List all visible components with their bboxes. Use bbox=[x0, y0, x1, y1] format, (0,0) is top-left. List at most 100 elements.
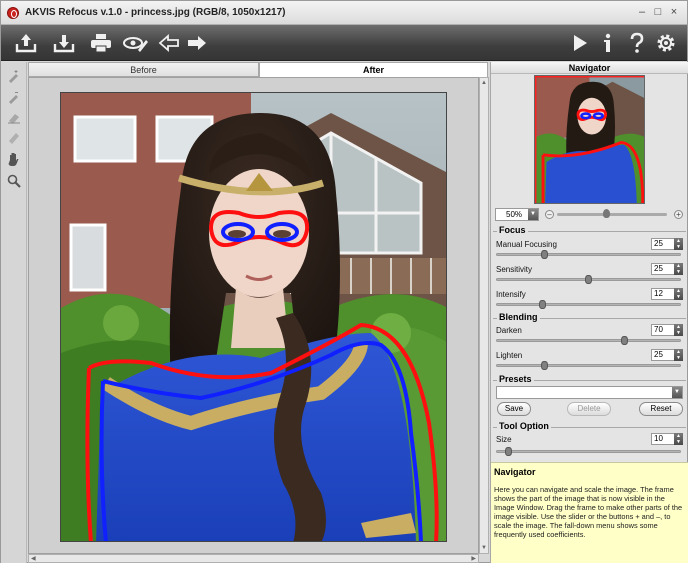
focus-title: Focus bbox=[497, 225, 528, 235]
settings-icon bbox=[657, 34, 675, 52]
darken-slider[interactable] bbox=[496, 339, 681, 342]
background-area-icon bbox=[9, 92, 18, 104]
size-stepper[interactable]: ▲ ▼ bbox=[674, 433, 683, 445]
navigator-thumbnail bbox=[535, 76, 644, 203]
darken-field[interactable]: 70 bbox=[651, 324, 675, 336]
vertical-scrollbar[interactable]: ▲ ▼ bbox=[479, 77, 489, 554]
run-button[interactable] bbox=[567, 30, 593, 56]
eraser-tool[interactable] bbox=[6, 109, 22, 125]
main-toolbar bbox=[1, 25, 687, 61]
print-icon bbox=[91, 34, 111, 53]
view-tabs: Before After bbox=[28, 62, 488, 77]
intensify-field[interactable]: 12 bbox=[651, 288, 675, 300]
manual-focusing-slider-thumb[interactable] bbox=[541, 250, 548, 259]
info-icon bbox=[604, 33, 611, 52]
lighten-slider-thumb[interactable] bbox=[541, 361, 548, 370]
scroll-right-icon[interactable]: ▶ bbox=[471, 555, 476, 563]
scroll-down-icon[interactable]: ▼ bbox=[481, 544, 487, 552]
zoom-icon bbox=[7, 174, 21, 188]
run-icon bbox=[574, 35, 587, 51]
tool-option-title: Tool Option bbox=[497, 421, 551, 431]
intensify-stepper[interactable]: ▲ ▼ bbox=[674, 288, 683, 300]
tab-before[interactable]: Before bbox=[28, 62, 259, 77]
redo-icon bbox=[188, 36, 206, 50]
zoom-tool[interactable] bbox=[6, 173, 22, 189]
akvis-logo-icon bbox=[7, 7, 19, 19]
manual-focusing-field[interactable]: 25 bbox=[651, 238, 675, 250]
lighten-slider[interactable] bbox=[496, 364, 681, 367]
navigator-title: Navigator bbox=[491, 62, 688, 74]
zoom-slider[interactable] bbox=[557, 213, 667, 216]
focus-group: Focus bbox=[493, 225, 686, 235]
help-icon bbox=[630, 32, 644, 53]
focus-area-icon bbox=[9, 70, 18, 83]
hand-icon bbox=[8, 153, 19, 166]
darken-stepper[interactable]: ▲ ▼ bbox=[674, 324, 683, 336]
magic-eraser-tool[interactable] bbox=[6, 129, 22, 145]
tab-after[interactable]: After bbox=[259, 62, 488, 77]
lighten-stepper[interactable]: ▲ ▼ bbox=[674, 349, 683, 361]
navigator-preview[interactable] bbox=[534, 75, 645, 204]
size-slider[interactable] bbox=[496, 450, 681, 453]
redo-button[interactable] bbox=[184, 30, 210, 56]
save-button[interactable] bbox=[51, 30, 77, 56]
help-title: Navigator bbox=[494, 467, 536, 477]
undo-button[interactable] bbox=[156, 30, 182, 56]
presets-title: Presets bbox=[497, 374, 534, 384]
size-field[interactable]: 10 bbox=[651, 433, 675, 445]
zoom-out-button[interactable]: – bbox=[545, 210, 554, 219]
blending-title: Blending bbox=[497, 312, 540, 322]
focus-area-tool[interactable] bbox=[6, 68, 22, 84]
close-button[interactable]: × bbox=[667, 5, 681, 19]
preferences-icon bbox=[123, 37, 148, 52]
presets-dropdown[interactable]: ▼ bbox=[496, 386, 683, 399]
sensitivity-label: Sensitivity bbox=[496, 265, 533, 274]
settings-panel: Navigator 50% ▼ – + Focus Manual Focusin… bbox=[490, 62, 688, 563]
eraser-icon bbox=[8, 114, 20, 124]
sensitivity-field[interactable]: 25 bbox=[651, 263, 675, 275]
save-preset-button[interactable]: Save bbox=[497, 402, 531, 416]
zoom-in-button[interactable]: + bbox=[674, 210, 683, 219]
sensitivity-slider-thumb[interactable] bbox=[585, 275, 592, 284]
photo-princess bbox=[60, 92, 447, 542]
zoom-slider-thumb[interactable] bbox=[603, 209, 610, 218]
open-icon bbox=[15, 34, 37, 53]
reset-preset-button[interactable]: Reset bbox=[639, 402, 683, 416]
scroll-up-icon[interactable]: ▲ bbox=[481, 79, 487, 87]
delete-preset-button[interactable]: Delete bbox=[567, 402, 611, 416]
manual-focusing-stepper[interactable]: ▲ ▼ bbox=[674, 238, 683, 250]
undo-icon bbox=[158, 34, 179, 52]
lighten-field[interactable]: 25 bbox=[651, 349, 675, 361]
scroll-left-icon[interactable]: ◀ bbox=[31, 555, 36, 563]
image-window[interactable] bbox=[28, 77, 479, 554]
background-area-tool[interactable] bbox=[6, 89, 22, 105]
size-slider-thumb[interactable] bbox=[505, 447, 512, 456]
settings-button[interactable] bbox=[653, 30, 679, 56]
tool-option-group: Tool Option bbox=[493, 421, 686, 431]
intensify-slider[interactable] bbox=[496, 303, 681, 306]
manual-focusing-slider[interactable] bbox=[496, 253, 681, 256]
preferences-button[interactable] bbox=[122, 30, 148, 56]
intensify-slider-thumb[interactable] bbox=[539, 300, 546, 309]
chevron-down-icon: ▼ bbox=[672, 387, 682, 398]
maximize-button[interactable]: □ bbox=[651, 5, 665, 19]
tool-strip bbox=[1, 62, 27, 563]
darken-label: Darken bbox=[496, 326, 522, 335]
open-button[interactable] bbox=[13, 30, 39, 56]
zoom-dropdown[interactable]: 50% ▼ bbox=[495, 208, 539, 221]
darken-slider-thumb[interactable] bbox=[621, 336, 628, 345]
horizontal-scrollbar[interactable]: ◀ ▶ bbox=[28, 554, 479, 563]
print-button[interactable] bbox=[88, 30, 114, 56]
hand-tool[interactable] bbox=[6, 151, 22, 167]
save-icon bbox=[53, 35, 75, 53]
chevron-down-icon: ▼ bbox=[528, 209, 538, 220]
presets-group: Presets bbox=[493, 374, 686, 384]
title-bar: AKVIS Refocus v.1.0 - princess.jpg (RGB/… bbox=[1, 1, 687, 25]
blending-group: Blending bbox=[493, 312, 686, 322]
minimize-button[interactable]: – bbox=[635, 5, 649, 19]
zoom-value: 50% bbox=[506, 210, 523, 219]
sensitivity-stepper[interactable]: ▲ ▼ bbox=[674, 263, 683, 275]
intensify-label: Intensify bbox=[496, 290, 526, 299]
help-button[interactable] bbox=[624, 30, 650, 56]
info-button[interactable] bbox=[595, 30, 621, 56]
